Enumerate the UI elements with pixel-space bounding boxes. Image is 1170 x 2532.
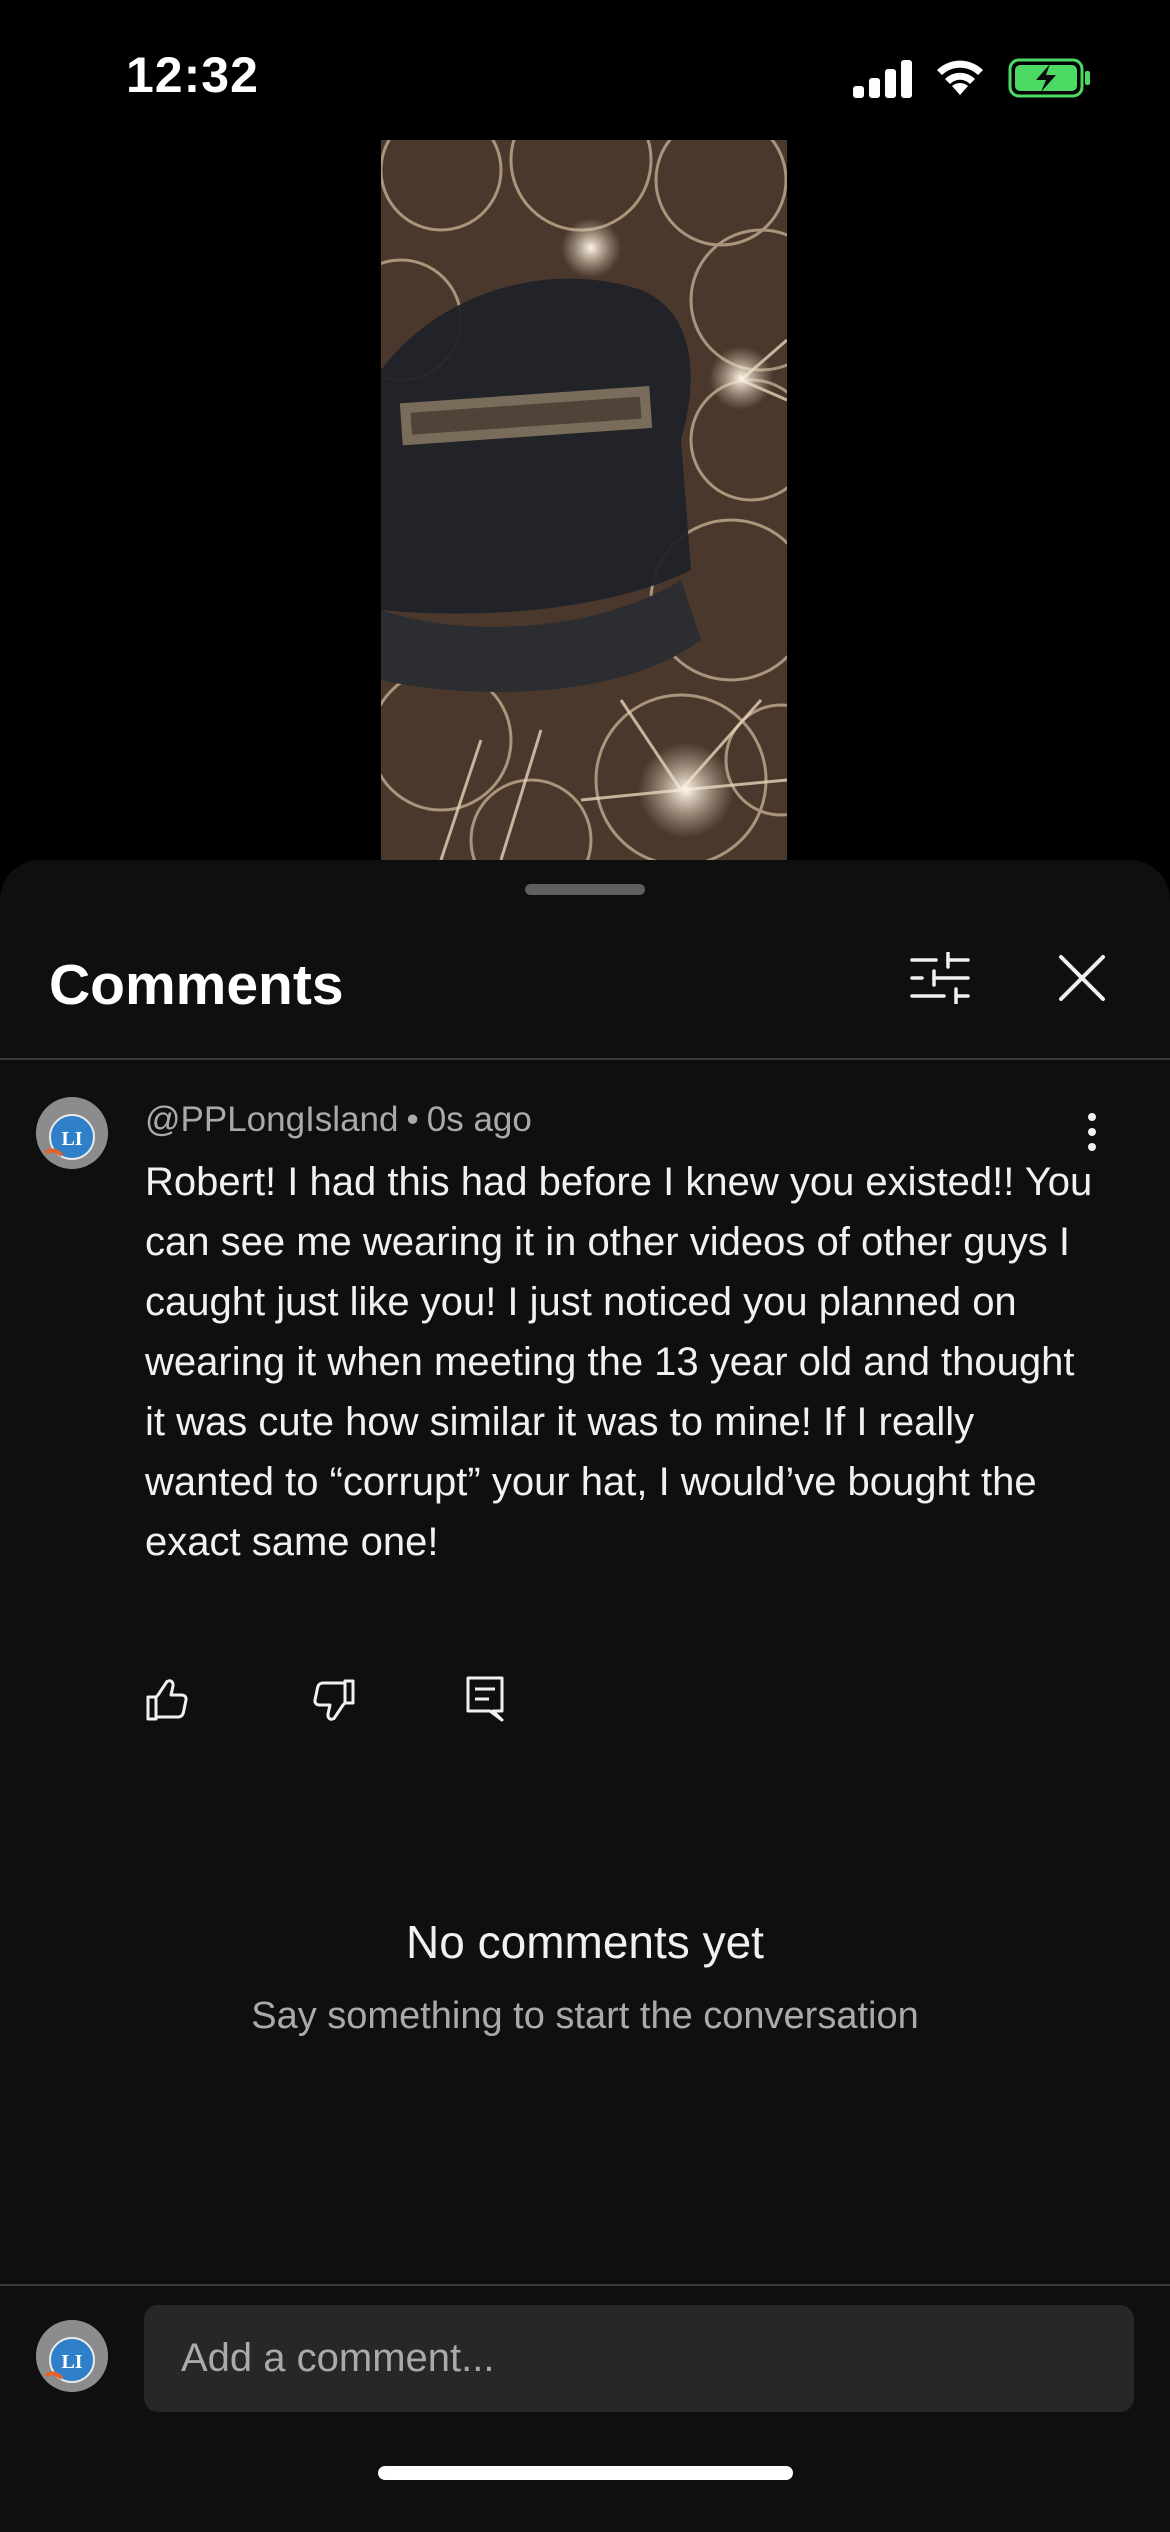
- battery-charging-icon: [1008, 58, 1090, 98]
- meta-separator: •: [406, 1100, 419, 1139]
- header-divider: [0, 1058, 1170, 1060]
- empty-state-title: No comments yet: [406, 1916, 764, 1968]
- like-icon[interactable]: [145, 1678, 189, 1722]
- avatar-logo-icon: LI: [36, 1097, 108, 1169]
- empty-state-subtitle: Say something to start the conversation: [251, 1995, 919, 2037]
- avatar-logo-icon: LI: [36, 2320, 108, 2392]
- svg-text:LI: LI: [61, 1128, 82, 1150]
- dislike-icon[interactable]: [312, 1678, 356, 1722]
- svg-text:LI: LI: [61, 2351, 82, 2373]
- comments-sheet: Comments LI @PPLongIsland • 0s ago Robert!…: [0, 860, 1170, 2532]
- wifi-icon: [937, 60, 983, 95]
- reply-icon[interactable]: [465, 1675, 505, 1723]
- composer-avatar: LI: [36, 2320, 108, 2392]
- comment-text: Robert! I had this had before I knew you…: [145, 1160, 1093, 1564]
- drag-handle[interactable]: [525, 884, 645, 895]
- footer-divider: [0, 2284, 1170, 2286]
- video-player[interactable]: [0, 140, 1170, 860]
- video-image: [381, 140, 787, 860]
- comment-time: 0s ago: [426, 1100, 532, 1139]
- more-options-icon[interactable]: [1086, 1112, 1098, 1152]
- home-indicator: [378, 2466, 793, 2480]
- comment-author[interactable]: @PPLongIsland: [145, 1100, 398, 1139]
- close-icon[interactable]: [1058, 954, 1106, 1002]
- filter-icon[interactable]: [910, 952, 970, 1004]
- status-time: 12:32: [126, 47, 259, 103]
- comment-meta: @PPLongIsland • 0s ago: [145, 1100, 532, 1140]
- video-thumbnail[interactable]: [381, 140, 787, 860]
- status-bar: 12:32: [0, 0, 1170, 140]
- comments-title: Comments: [49, 953, 344, 1017]
- avatar[interactable]: LI: [36, 1097, 108, 1169]
- signal-icon: [853, 60, 912, 98]
- add-comment-input[interactable]: [144, 2305, 1134, 2412]
